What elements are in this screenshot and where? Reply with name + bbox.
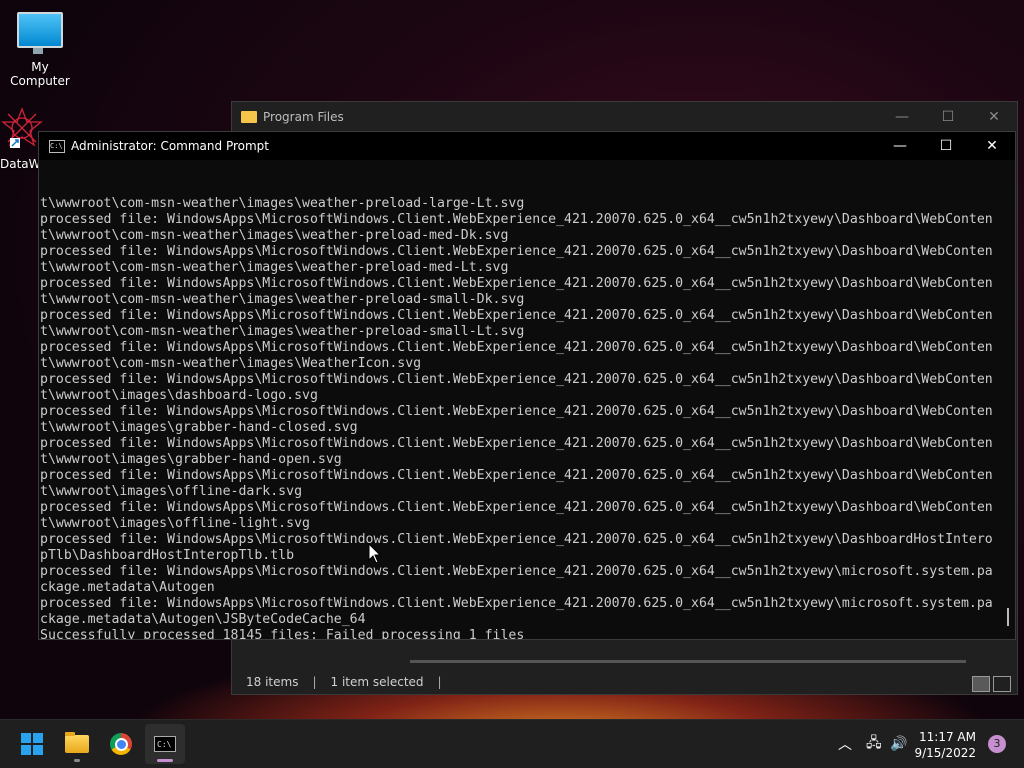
horizontal-scrollbar[interactable] — [410, 660, 966, 663]
show-hidden-icons-button[interactable]: ︿ — [838, 720, 852, 768]
cmd-icon: C:\ — [49, 139, 65, 153]
windows-logo-icon — [21, 733, 43, 755]
close-button[interactable]: ✕ — [971, 109, 1017, 125]
selection-count: 1 item selected — [330, 675, 424, 689]
console-line: processed file: WindowsApps\MicrosoftWin… — [40, 340, 993, 355]
taskbar-chrome[interactable] — [101, 724, 141, 764]
console-line: t\wwwroot\images\grabber-hand-closed.svg — [40, 420, 358, 435]
console-line: ckage.metadata\Autogen\JSByteCodeCache_6… — [40, 612, 366, 627]
console-line: processed file: WindowsApps\MicrosoftWin… — [40, 564, 993, 579]
running-indicator — [157, 759, 173, 762]
cmd-titlebar[interactable]: C:\ Administrator: Command Prompt — ☐ ✕ — [39, 132, 1015, 160]
desktop-icon-label: My Computer — [10, 60, 70, 88]
console-line: t\wwwroot\images\grabber-hand-open.svg — [40, 452, 342, 467]
clock[interactable]: 11:17 AM 9/15/2022 — [914, 729, 976, 761]
console-line: pTlb\DashboardHostInteropTlb.tlb — [40, 548, 295, 563]
explorer-title: Program Files — [263, 110, 344, 124]
volume-icon: 🔊 — [890, 736, 908, 752]
console-line: processed file: WindowsApps\MicrosoftWin… — [40, 500, 993, 515]
console-line: t\wwwroot\images\offline-dark.svg — [40, 484, 303, 499]
console-line: processed file: WindowsApps\MicrosoftWin… — [40, 212, 993, 227]
console-line: processed file: WindowsApps\MicrosoftWin… — [40, 596, 993, 611]
network-button[interactable]: 🖧 — [866, 720, 882, 768]
folder-icon — [241, 111, 257, 123]
large-icons-view-icon[interactable] — [993, 676, 1011, 692]
console-line: t\wwwroot\images\offline-light.svg — [40, 516, 310, 531]
network-icon: 🖧 — [866, 735, 882, 751]
status-separator: | — [312, 675, 317, 689]
console-line: processed file: WindowsApps\MicrosoftWin… — [40, 244, 993, 259]
folder-icon — [65, 732, 89, 753]
mouse-pointer-icon — [368, 543, 382, 564]
taskbar-file-explorer[interactable] — [57, 724, 97, 764]
desktop-icon-my-computer[interactable]: My Computer — [0, 0, 80, 88]
close-button[interactable]: ✕ — [969, 138, 1015, 154]
chevron-up-icon: ︿ — [838, 737, 852, 753]
computer-icon — [17, 12, 63, 54]
running-indicator — [74, 759, 80, 762]
minimize-button[interactable]: — — [877, 138, 923, 154]
command-prompt-window[interactable]: C:\ Administrator: Command Prompt — ☐ ✕ … — [38, 131, 1016, 640]
console-line: ckage.metadata\Autogen — [40, 580, 215, 595]
explorer-statusbar: 18 items | 1 item selected | — [232, 670, 1017, 694]
console-line: processed file: WindowsApps\MicrosoftWin… — [40, 404, 993, 419]
console-line: processed file: WindowsApps\MicrosoftWin… — [40, 308, 993, 323]
console-line: t\wwwroot\com-msn-weather\images\Weather… — [40, 356, 422, 371]
desktop-icon-dataw[interactable]: DataW — [0, 106, 43, 171]
console-output[interactable]: t\wwwroot\com-msn-weather\images\weather… — [39, 164, 999, 639]
minimize-button[interactable]: — — [879, 109, 925, 125]
console-line: t\wwwroot\com-msn-weather\images\weather… — [40, 292, 525, 307]
taskbar-command-prompt[interactable]: C:\ — [145, 724, 185, 764]
explorer-titlebar[interactable]: Program Files — ☐ ✕ — [232, 102, 1017, 132]
vertical-scrollbar[interactable] — [1007, 608, 1009, 626]
console-line: Successfully processed 18145 files; Fail… — [40, 628, 525, 639]
maximize-button[interactable]: ☐ — [925, 109, 971, 125]
console-line: t\wwwroot\com-msn-weather\images\weather… — [40, 228, 509, 243]
console-line: t\wwwroot\images\dashboard-logo.svg — [40, 388, 318, 403]
maximize-button[interactable]: ☐ — [923, 138, 969, 154]
clock-time: 11:17 AM — [919, 730, 976, 744]
chrome-icon — [110, 733, 132, 755]
volume-button[interactable]: 🔊 — [890, 720, 907, 768]
console-line: processed file: WindowsApps\MicrosoftWin… — [40, 372, 993, 387]
taskbar: C:\ ︿ 🖧 🔊 11:17 AM 9/15/2022 3 — [0, 719, 1024, 768]
item-count: 18 items — [246, 675, 299, 689]
status-separator: | — [437, 675, 442, 689]
details-view-icon[interactable] — [972, 676, 990, 692]
start-button[interactable] — [12, 724, 52, 764]
cmd-title: Administrator: Command Prompt — [71, 139, 269, 153]
console-line: processed file: WindowsApps\MicrosoftWin… — [40, 276, 993, 291]
notification-badge[interactable]: 3 — [988, 735, 1006, 753]
clock-date: 9/15/2022 — [914, 746, 976, 760]
console-line: t\wwwroot\com-msn-weather\images\weather… — [40, 260, 509, 275]
desktop-icon-label: DataW — [0, 157, 41, 171]
console-line: processed file: WindowsApps\MicrosoftWin… — [40, 436, 993, 451]
console-line: processed file: WindowsApps\MicrosoftWin… — [40, 468, 993, 483]
console-line: t\wwwroot\com-msn-weather\images\weather… — [40, 196, 525, 211]
terminal-icon: C:\ — [154, 736, 176, 752]
console-line: t\wwwroot\com-msn-weather\images\weather… — [40, 324, 525, 339]
console-line: processed file: WindowsApps\MicrosoftWin… — [40, 532, 993, 547]
